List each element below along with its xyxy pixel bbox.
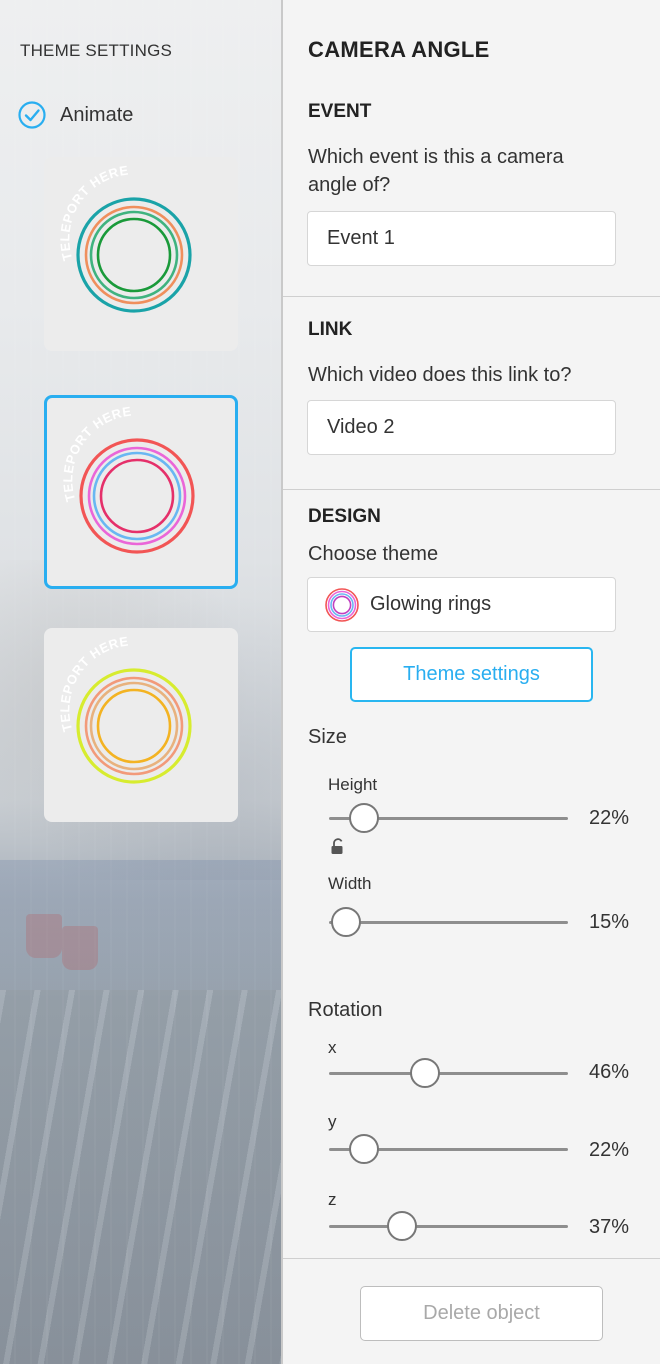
- ring: [76, 197, 192, 313]
- theme-option-tile[interactable]: TELEPORT HERE: [44, 157, 238, 351]
- rotation-z-slider-track[interactable]: [329, 1225, 568, 1228]
- width-slider-handle[interactable]: [330, 907, 361, 937]
- ring: [96, 688, 172, 764]
- event-heading: EVENT: [308, 101, 372, 122]
- ring: [96, 217, 172, 293]
- width-label: Width: [328, 874, 372, 893]
- unlocked-padlock-icon[interactable]: [330, 838, 346, 856]
- delete-object-button[interactable]: Delete object: [360, 1286, 603, 1341]
- event-field-value: Event 1: [327, 227, 395, 249]
- rotation-z-value: 37%: [589, 1216, 630, 1238]
- rotation-z-slider-handle[interactable]: [387, 1211, 418, 1241]
- teleport-rings-icon: TELEPORT HERE: [57, 163, 192, 313]
- width-value: 15%: [589, 911, 630, 933]
- rotation-x-value: 46%: [589, 1061, 630, 1083]
- event-field[interactable]: Event 1: [307, 211, 616, 266]
- height-slider-handle[interactable]: [348, 803, 379, 833]
- ring: [89, 210, 179, 300]
- size-label: Size: [308, 726, 347, 748]
- height-label: Height: [328, 775, 378, 794]
- animate-checkbox[interactable]: Animate: [18, 101, 133, 129]
- background-seats: [0, 990, 281, 1364]
- ring: [92, 451, 182, 541]
- design-heading: DESIGN: [308, 506, 381, 527]
- link-field[interactable]: Video 2: [307, 400, 616, 455]
- theme-select[interactable]: Glowing rings: [307, 577, 616, 632]
- link-heading: LINK: [308, 319, 353, 340]
- link-field-value: Video 2: [327, 416, 395, 438]
- teleport-here-label: TELEPORT HERE: [60, 404, 132, 504]
- theme-settings-panel: THEME SETTINGS Animate TELEPORT HERE TEL…: [0, 0, 281, 1364]
- rotation-x-slider-handle[interactable]: [410, 1058, 441, 1088]
- check-circle-icon: [18, 101, 46, 129]
- background-cup: [62, 926, 98, 970]
- rotation-z-label: z: [328, 1190, 337, 1209]
- teleport-rings-icon: TELEPORT HERE: [57, 634, 192, 784]
- rotation-label: Rotation: [308, 999, 383, 1021]
- height-value: 22%: [589, 807, 630, 829]
- theme-settings-button[interactable]: Theme settings: [350, 647, 593, 702]
- rotation-y-slider-handle[interactable]: [348, 1134, 379, 1164]
- ring: [89, 681, 179, 771]
- teleport-here-label: TELEPORT HERE: [57, 163, 129, 263]
- rotation-y-label: y: [328, 1112, 337, 1131]
- teleport-rings-icon: TELEPORT HERE: [60, 404, 195, 554]
- animate-label: Animate: [60, 103, 134, 126]
- width-slider-track[interactable]: [329, 921, 568, 924]
- panel-title: CAMERA ANGLE: [308, 37, 490, 62]
- section-divider: [283, 489, 660, 490]
- theme-option-tile-selected[interactable]: TELEPORT HERE: [44, 395, 238, 589]
- ring: [87, 446, 187, 546]
- teleport-here-label: TELEPORT HERE: [57, 634, 129, 734]
- rotation-x-label: x: [328, 1038, 337, 1057]
- theme-option-tile[interactable]: TELEPORT HERE: [44, 628, 238, 822]
- choose-theme-label: Choose theme: [308, 543, 439, 565]
- panel-title: THEME SETTINGS: [20, 41, 173, 60]
- ring: [84, 205, 184, 305]
- event-question: Which event is this a camera angle of?: [308, 146, 564, 196]
- rotation-y-value: 22%: [589, 1139, 630, 1161]
- glowing-rings-icon: [325, 587, 359, 622]
- camera-angle-panel: CAMERA ANGLE EVENT Which event is this a…: [281, 0, 660, 1364]
- theme-select-value: Glowing rings: [370, 593, 492, 615]
- ring: [99, 458, 175, 534]
- background-cup: [26, 914, 62, 958]
- section-divider: [283, 1258, 660, 1259]
- link-question: Which video does this link to?: [308, 364, 572, 386]
- rotation-x-slider-track[interactable]: [329, 1072, 568, 1075]
- ring: [76, 668, 192, 784]
- ring: [79, 438, 195, 554]
- section-divider: [283, 296, 660, 297]
- ring: [84, 676, 184, 776]
